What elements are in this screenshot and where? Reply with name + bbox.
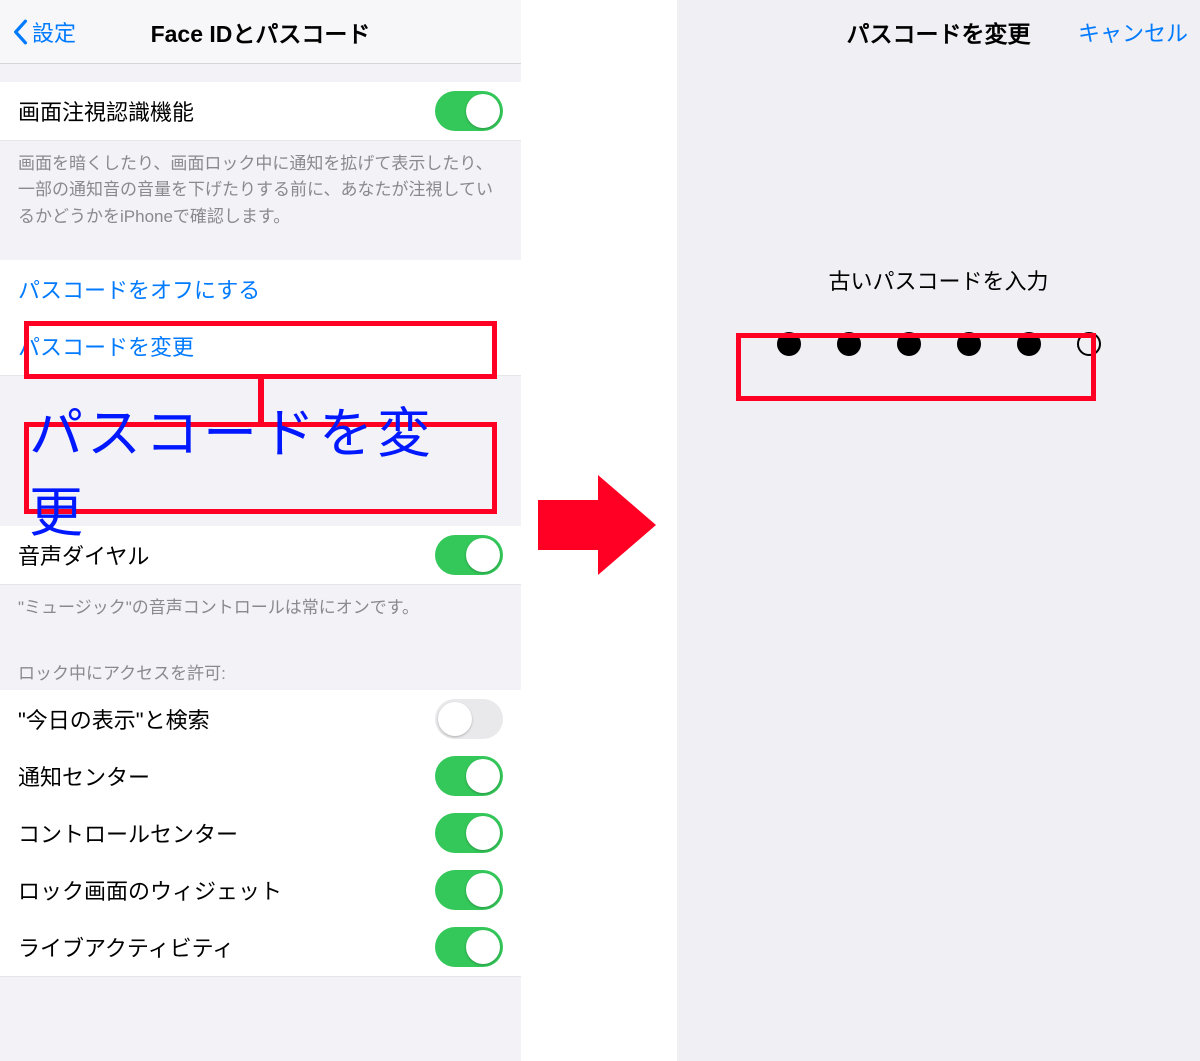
passcode-prompt: 古いパスコードを入力 [677,264,1200,296]
voice-dial-toggle[interactable] [435,535,503,575]
back-label: 設定 [32,16,76,48]
lock-access-list: "今日の表示"と検索 通知センター コントロールセンター ロック画面のウィジェッ… [0,690,521,977]
attention-aware-row[interactable]: 画面注視認識機能 [0,82,521,140]
page-title: Face IDとパスコード [0,15,521,49]
lock-item-label: "今日の表示"と検索 [18,703,210,735]
turn-passcode-off[interactable]: パスコードをオフにする [0,260,521,318]
attention-aware-toggle[interactable] [435,91,503,131]
cancel-button[interactable]: キャンセル [1078,16,1188,48]
settings-screen: 設定 Face IDとパスコード 画面注視認識機能 画面を暗くしたり、画面ロック… [0,0,521,1061]
lock-item-toggle[interactable] [435,870,503,910]
lock-item-today[interactable]: "今日の表示"と検索 [0,690,521,748]
lock-item-live-activities[interactable]: ライブアクティビティ [0,918,521,976]
lock-item-control-center[interactable]: コントロールセンター [0,804,521,862]
nav-bar: パスコードを変更 キャンセル [677,0,1200,64]
nav-bar: 設定 Face IDとパスコード [0,0,521,64]
passcode-dot [1017,332,1041,356]
passcode-dot [837,332,861,356]
passcode-dot [957,332,981,356]
lock-item-label: ロック画面のウィジェット [18,874,282,906]
lock-item-toggle[interactable] [435,756,503,796]
passcode-dot [897,332,921,356]
attention-aware-label: 画面注視認識機能 [18,95,194,127]
attention-aware-footer: 画面を暗くしたり、画面ロック中に通知を拡げて表示したり、一部の通知音の音量を下げ… [0,141,521,230]
change-passcode-label: パスコードを変更 [18,330,194,362]
lock-item-label: コントロールセンター [18,817,238,849]
turn-passcode-off-label: パスコードをオフにする [18,273,260,305]
lock-item-toggle[interactable] [435,699,503,739]
back-button[interactable]: 設定 [12,16,76,48]
content: 画面注視認識機能 画面を暗くしたり、画面ロック中に通知を拡げて表示したり、一部の… [0,64,521,1061]
change-passcode[interactable]: パスコードを変更 [0,317,521,375]
passcode-dots [677,332,1200,356]
lock-item-label: 通知センター [18,760,150,792]
voice-dial-row[interactable]: 音声ダイヤル [0,526,521,584]
lock-item-notification-center[interactable]: 通知センター [0,747,521,805]
passcode-dot [777,332,801,356]
change-passcode-screen: パスコードを変更 キャンセル 古いパスコードを入力 [677,0,1200,1061]
lock-access-header: ロック中にアクセスを許可: [0,639,521,690]
lock-item-toggle[interactable] [435,813,503,853]
voice-dial-footer: "ミュージック"の音声コントロールは常にオンです。 [0,585,521,621]
chevron-left-icon [12,19,28,45]
lock-item-label: ライブアクティビティ [18,931,234,963]
lock-item-lockscreen-widgets[interactable]: ロック画面のウィジェット [0,861,521,919]
lock-item-toggle[interactable] [435,927,503,967]
voice-dial-label: 音声ダイヤル [18,539,149,571]
passcode-dot [1077,332,1101,356]
